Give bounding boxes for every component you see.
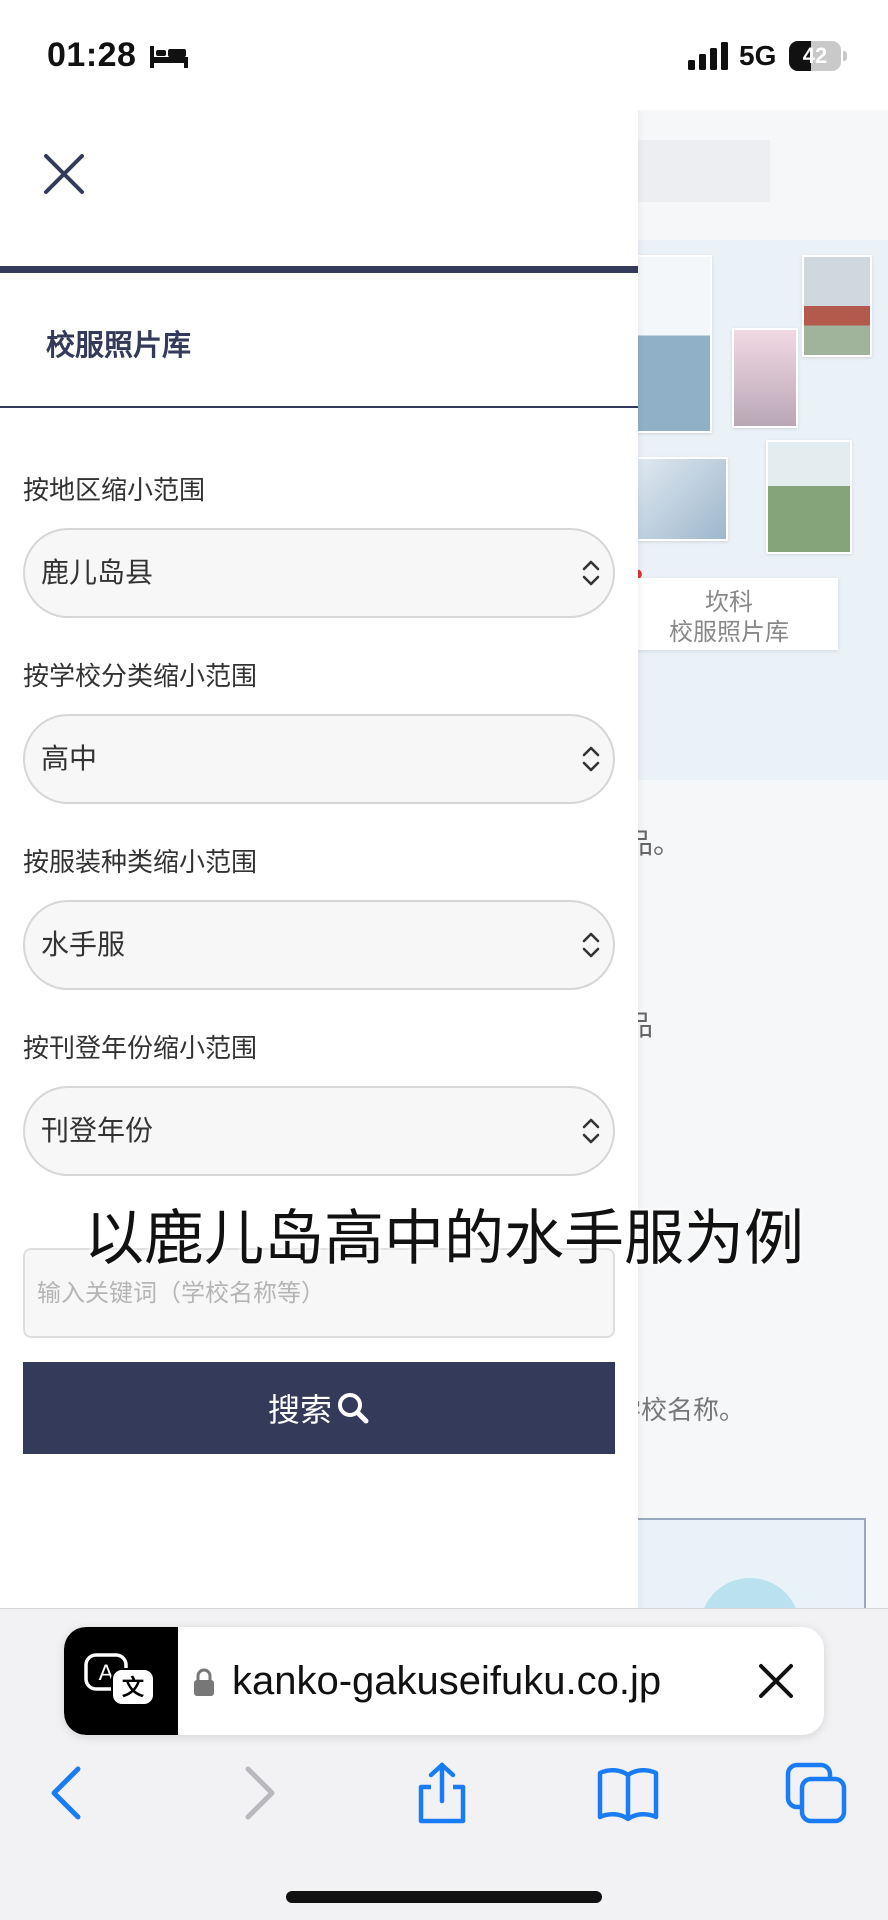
select-value: 高中 [41,742,98,775]
battery-tip [843,51,847,61]
region-select[interactable]: 鹿儿岛县 [23,528,615,618]
lock-icon [194,1668,214,1696]
drawer-divider [0,266,638,273]
back-icon[interactable] [36,1761,100,1825]
background-search-strip [620,140,770,202]
close-icon[interactable] [42,152,86,196]
browser-toolbar: A 文 kanko-gakuseifuku.co.jp [0,1608,888,1920]
home-indicator [286,1891,602,1903]
chevron-updown-icon [582,932,600,958]
caption-overlay: 以鹿儿岛高中的水手服为例 [84,1204,804,1274]
hero-photo [766,440,852,554]
chevron-updown-icon [582,560,600,586]
chevron-updown-icon [582,746,600,772]
translate-icon: A 文 [84,1653,155,1706]
uniform-type-select[interactable]: 水手服 [23,900,615,990]
url-text: kanko-gakuseifuku.co.jp [232,1659,662,1703]
drawer-title: 校服照片库 [46,328,192,362]
select-value: 鹿儿岛县 [41,556,154,589]
filter-label-school-type: 按学校分类缩小范围 [23,662,258,692]
close-icon[interactable] [758,1663,794,1699]
share-icon[interactable] [410,1761,474,1825]
svg-text:文: 文 [122,1675,145,1701]
background-card-line: 校服照片库 [669,618,789,646]
year-select[interactable]: 刊登年份 [23,1086,615,1176]
bed-icon [150,46,188,68]
hero-photo [732,328,798,428]
school-type-select[interactable]: 高中 [23,714,615,804]
hero-photo [636,457,728,541]
translate-button[interactable]: A 文 [64,1627,178,1735]
tabs-icon[interactable] [784,1761,848,1825]
filter-label-year: 按刊登年份缩小范围 [23,1034,258,1064]
address-bar[interactable]: A 文 kanko-gakuseifuku.co.jp [64,1627,824,1735]
signal-bars-icon [688,42,728,70]
filter-label-uniform-type: 按服装种类缩小范围 [23,848,258,878]
search-button-label: 搜索 [267,1391,332,1429]
hero-photo [802,255,872,357]
forward-icon[interactable] [226,1761,290,1825]
network-label: 5G [739,40,777,71]
select-value: 水手服 [41,928,126,961]
battery-level: 42 [802,43,828,68]
search-button[interactable]: 搜索 [23,1362,615,1454]
select-value: 刊登年份 [41,1114,154,1147]
chevron-updown-icon [582,1118,600,1144]
status-time: 01:28 [47,36,137,74]
drawer-divider [0,406,638,408]
battery-icon: 42 [789,41,841,71]
filter-label-region: 按地区缩小范围 [23,476,206,506]
hero-photo [636,255,712,433]
search-icon [338,1393,369,1424]
bookmarks-icon[interactable] [596,1761,660,1825]
status-bar: 01:28 5G 42 [0,0,888,110]
filter-drawer: 校服照片库 按地区缩小范围 鹿儿岛县 按学校分类缩小范围 高中 按服装种类缩小范… [0,110,638,1610]
